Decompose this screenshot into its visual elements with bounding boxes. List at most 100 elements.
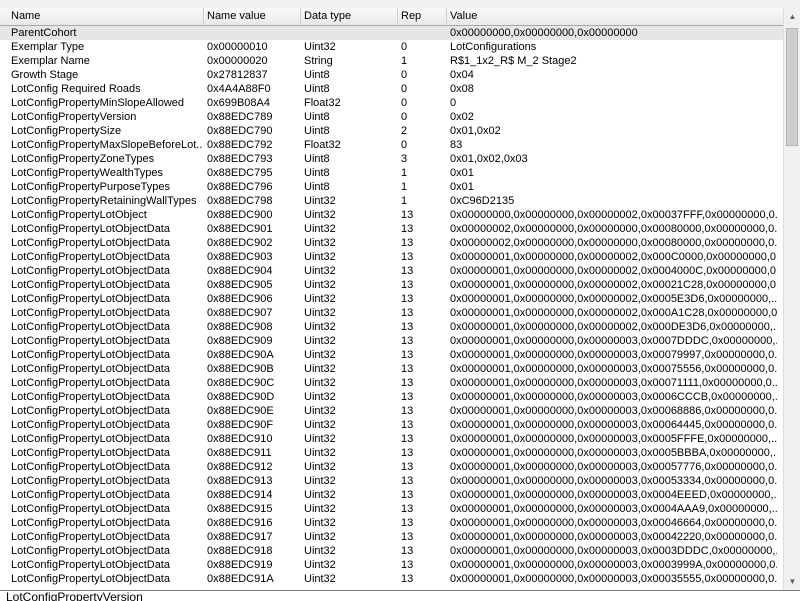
cell-name-value: 0x88EDC796 <box>207 181 273 193</box>
cell-value: R$1_1x2_R$ M_2 Stage2 <box>450 55 577 67</box>
table-row[interactable]: LotConfigPropertyLotObjectData 0x88EDC910… <box>0 432 783 446</box>
table-row[interactable]: LotConfigPropertySize 0x88EDC790 Uint8 2 0x0… <box>0 124 783 138</box>
cell-name: LotConfigPropertyLotObjectData <box>11 405 170 417</box>
table-row[interactable]: LotConfigPropertyVersion 0x88EDC789 Uint8 0… <box>0 110 783 124</box>
table-row[interactable]: Growth Stage 0x27812837 Uint8 0 0x04 <box>0 68 783 82</box>
cell-data-type: Uint32 <box>304 405 336 417</box>
table-row[interactable]: LotConfigPropertyLotObjectData 0x88EDC918… <box>0 544 783 558</box>
table-row[interactable]: LotConfigPropertyZoneTypes 0x88EDC793 Uint… <box>0 152 783 166</box>
table-row[interactable]: Exemplar Name 0x00000020 String 1 R$1_1x2_R$… <box>0 54 783 68</box>
cell-name-value: 0x88EDC910 <box>207 433 273 445</box>
column-header-name[interactable]: Name <box>8 8 204 25</box>
cell-data-type: Uint32 <box>304 573 336 585</box>
table-row[interactable]: LotConfigPropertyWealthTypes 0x88EDC795 Ui… <box>0 166 783 180</box>
table-row[interactable]: LotConfigPropertyLotObjectData 0x88EDC914… <box>0 488 783 502</box>
cell-name: LotConfigPropertyLotObjectData <box>11 335 170 347</box>
table-row[interactable]: LotConfigPropertyLotObjectData 0x88EDC90B… <box>0 362 783 376</box>
table-row[interactable]: LotConfigPropertyLotObjectData 0x88EDC912… <box>0 460 783 474</box>
table-row[interactable]: LotConfigPropertyLotObject 0x88EDC900 Uint… <box>0 208 783 222</box>
cell-data-type: Uint32 <box>304 237 336 249</box>
cell-rep: 0 <box>401 139 408 151</box>
cell-value: 0x00000001,0x00000000,0x00000003,0x0004A… <box>450 503 777 515</box>
property-list[interactable]: Name Name value Data type Rep Value Pare… <box>0 8 783 590</box>
table-row[interactable]: LotConfigPropertyLotObjectData 0x88EDC90D… <box>0 390 783 404</box>
cell-data-type: Uint32 <box>304 545 336 557</box>
cell-rep: 13 <box>401 447 414 459</box>
cell-data-type: Uint32 <box>304 209 336 221</box>
scrollbar-thumb[interactable] <box>786 28 798 146</box>
cell-data-type: Uint32 <box>304 531 336 543</box>
table-row[interactable]: LotConfigPropertyLotObjectData 0x88EDC913… <box>0 474 783 488</box>
cell-name: LotConfigPropertyLotObjectData <box>11 433 170 445</box>
cell-data-type: Float32 <box>304 139 341 151</box>
table-row[interactable]: LotConfigPropertyRetainingWallTypes 0x88E… <box>0 194 783 208</box>
cell-value: 0x00000001,0x00000000,0x00000003,0x0005B… <box>450 447 777 459</box>
cell-rep: 13 <box>401 237 414 249</box>
cell-value: 0x00000001,0x00000000,0x00000003,0x00039… <box>450 559 777 571</box>
table-row[interactable]: ParentCohort 0x00000000,0x00000000,0x0000… <box>0 26 783 40</box>
cell-name: LotConfigPropertyLotObjectData <box>11 559 170 571</box>
table-row[interactable]: LotConfig Required Roads 0x4A4A88F0 Uint8 0… <box>0 82 783 96</box>
cell-value: 0x00000001,0x00000000,0x00000003,0x00035… <box>450 573 777 585</box>
table-row[interactable]: LotConfigPropertyMinSlopeAllowed 0x699B08… <box>0 96 783 110</box>
cell-data-type: Uint32 <box>304 41 336 53</box>
cell-value: 0x00000002,0x00000000,0x00000000,0x00080… <box>450 223 777 235</box>
cell-name: LotConfigPropertyMinSlopeAllowed <box>11 97 185 109</box>
table-row[interactable]: LotConfigPropertyLotObjectData 0x88EDC915… <box>0 502 783 516</box>
table-row[interactable]: LotConfigPropertyLotObjectData 0x88EDC90F… <box>0 418 783 432</box>
table-row[interactable]: LotConfigPropertyLotObjectData 0x88EDC917… <box>0 530 783 544</box>
cell-data-type: Uint8 <box>304 181 330 193</box>
scroll-up-icon[interactable]: ▲ <box>784 8 800 25</box>
cell-rep: 13 <box>401 251 414 263</box>
cell-name-value: 0x00000020 <box>207 55 268 67</box>
cell-value: 0x00000001,0x00000000,0x00000003,0x00053… <box>450 475 777 487</box>
cell-rep <box>398 26 446 40</box>
cell-name-value: 0x88EDC903 <box>207 251 273 263</box>
column-header-rep[interactable]: Rep <box>398 8 447 25</box>
cell-name: LotConfigPropertyLotObjectData <box>11 377 170 389</box>
cell-value: 0x08 <box>450 83 474 95</box>
table-row[interactable]: Exemplar Type 0x00000010 Uint32 0 LotConfigu… <box>0 40 783 54</box>
table-row[interactable]: LotConfigPropertyLotObjectData 0x88EDC906… <box>0 292 783 306</box>
table-row[interactable]: LotConfigPropertyLotObjectData 0x88EDC902… <box>0 236 783 250</box>
table-row[interactable]: LotConfigPropertyLotObjectData 0x88EDC919… <box>0 558 783 572</box>
cell-name: LotConfigPropertyVersion <box>11 111 137 123</box>
table-row[interactable]: LotConfigPropertyPurposeTypes 0x88EDC796 U… <box>0 180 783 194</box>
column-header-value[interactable]: Value <box>447 8 783 25</box>
cell-name-value: 0x88EDC904 <box>207 265 273 277</box>
cell-name-value: 0x88EDC90D <box>207 391 275 403</box>
scroll-down-icon[interactable]: ▼ <box>784 573 800 590</box>
column-header-data-type[interactable]: Data type <box>301 8 398 25</box>
table-row[interactable]: LotConfigPropertyLotObjectData 0x88EDC916… <box>0 516 783 530</box>
cell-data-type: Uint32 <box>304 433 336 445</box>
table-row[interactable]: LotConfigPropertyLotObjectData 0x88EDC905… <box>0 278 783 292</box>
table-row[interactable]: LotConfigPropertyLotObjectData 0x88EDC907… <box>0 306 783 320</box>
table-row[interactable]: LotConfigPropertyLotObjectData 0x88EDC91A… <box>0 572 783 586</box>
table-row[interactable]: LotConfigPropertyLotObjectData 0x88EDC90E… <box>0 404 783 418</box>
vertical-scrollbar[interactable]: ▲ ▼ <box>783 8 800 590</box>
table-row[interactable]: LotConfigPropertyLotObjectData 0x88EDC904… <box>0 264 783 278</box>
column-header-name-value[interactable]: Name value <box>204 8 301 25</box>
cell-value: 83 <box>450 139 463 151</box>
cell-rep: 13 <box>401 321 414 333</box>
cell-name-value: 0x88EDC911 <box>207 447 272 459</box>
table-row[interactable]: LotConfigPropertyLotObjectData 0x88EDC908… <box>0 320 783 334</box>
cell-value: 0x00000001,0x00000000,0x00000003,0x0004E… <box>450 489 777 501</box>
table-row[interactable]: LotConfigPropertyMaxSlopeBeforeLot... 0x8… <box>0 138 783 152</box>
cell-rep: 13 <box>401 279 414 291</box>
table-row[interactable]: LotConfigPropertyLotObjectData 0x88EDC90C… <box>0 376 783 390</box>
cell-value: 0x00000001,0x00000000,0x00000002,0x0005E… <box>450 293 777 305</box>
table-row[interactable]: LotConfigPropertyLotObjectData 0x88EDC909… <box>0 334 783 348</box>
table-row[interactable]: LotConfigPropertyLotObjectData 0x88EDC901… <box>0 222 783 236</box>
table-row[interactable]: LotConfigPropertyLotObjectData 0x88EDC90A… <box>0 348 783 362</box>
cell-rep: 1 <box>401 181 408 193</box>
table-row[interactable]: LotConfigPropertyLotObjectData 0x88EDC911… <box>0 446 783 460</box>
cell-name-value: 0x88EDC908 <box>207 321 273 333</box>
cell-data-type: Uint8 <box>304 153 330 165</box>
cell-name: LotConfigPropertyLotObjectData <box>11 573 170 585</box>
table-row[interactable]: LotConfigPropertyLotObjectData 0x88EDC903… <box>0 250 783 264</box>
cell-name-value: 0x88EDC900 <box>207 209 273 221</box>
cell-name: LotConfigPropertyLotObjectData <box>11 237 170 249</box>
cell-rep: 1 <box>401 195 408 207</box>
cell-value: 0x01,0x02,0x03 <box>450 153 528 165</box>
